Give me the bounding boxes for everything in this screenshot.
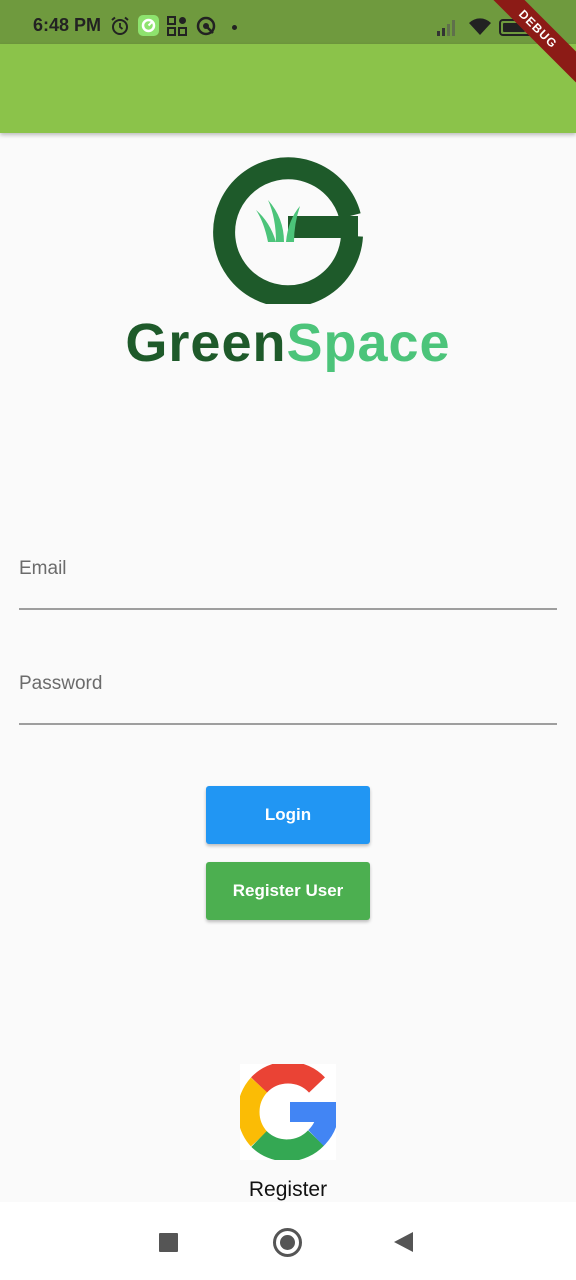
back-icon[interactable]: [394, 1232, 413, 1252]
email-input[interactable]: [19, 568, 557, 608]
debug-banner: DEBUG: [486, 0, 576, 90]
navigation-bar: [0, 1202, 576, 1280]
recents-icon[interactable]: [159, 1233, 178, 1252]
signal-icon: [437, 20, 455, 36]
brand-name-space: Space: [286, 313, 451, 373]
email-underline: [19, 608, 557, 610]
password-input[interactable]: [19, 683, 557, 723]
status-time: 6:48 PM: [33, 15, 102, 35]
login-button[interactable]: Login: [206, 786, 370, 844]
greenspace-logo-icon: [213, 157, 363, 304]
debug-banner-label: DEBUG: [486, 0, 576, 87]
alarm-icon: [111, 16, 129, 35]
password-underline: [19, 723, 557, 725]
google-register-button[interactable]: [237, 1061, 339, 1162]
password-field[interactable]: Password: [19, 667, 557, 727]
register-user-button[interactable]: Register User: [206, 862, 370, 920]
q-icon: [196, 16, 216, 36]
home-icon[interactable]: [273, 1228, 302, 1257]
brand-name: GreenSpace: [0, 312, 576, 374]
email-field[interactable]: Email: [19, 552, 557, 612]
grid-app-icon: [167, 16, 187, 36]
brand-name-green: Green: [125, 313, 287, 373]
green-app-icon: [138, 15, 159, 36]
google-icon: [237, 1061, 339, 1162]
google-register-label[interactable]: Register: [0, 1178, 576, 1202]
dot-icon: [232, 25, 237, 30]
